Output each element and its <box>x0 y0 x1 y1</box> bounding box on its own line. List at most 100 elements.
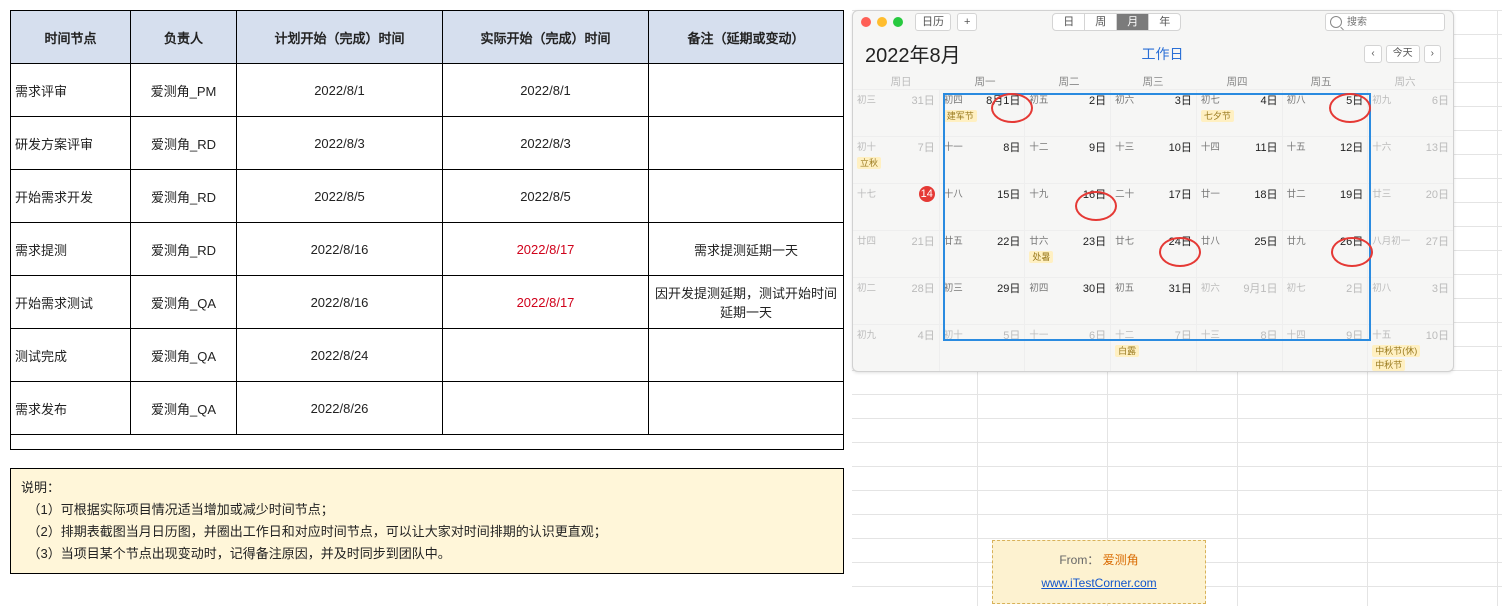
calendar-event: 白露 <box>1115 345 1139 357</box>
calendar-day[interactable]: 初二28日 <box>853 278 939 324</box>
day-number: 12日 <box>1340 139 1363 155</box>
day-number: 7日 <box>918 139 935 155</box>
table-cell <box>649 382 844 435</box>
day-number: 29日 <box>997 280 1020 296</box>
calendar-day[interactable]: 廿三20日 <box>1367 184 1453 230</box>
lunar-label: 初十 <box>857 139 876 155</box>
day-number: 31日 <box>911 92 934 108</box>
table-cell: 2022/8/17 <box>443 276 649 329</box>
day-number: 9日 <box>1346 327 1363 343</box>
schedule-table: 时间节点负责人计划开始（完成）时间实际开始（完成）时间备注（延期或变动） 需求评… <box>10 10 844 450</box>
minimize-icon[interactable] <box>877 17 887 27</box>
column-header: 时间节点 <box>11 11 131 64</box>
calendar-day[interactable]: 初六 3日 <box>1110 90 1196 136</box>
search-field[interactable] <box>1325 13 1445 31</box>
calendar-day[interactable]: 十五 12日 <box>1282 137 1368 183</box>
lunar-label: 初六 <box>1115 92 1134 108</box>
day-number: 8日 <box>1003 139 1020 155</box>
calendar-day[interactable]: 十二7日白露 <box>1110 325 1196 371</box>
view-year[interactable]: 年 <box>1148 14 1180 30</box>
calendar-day[interactable]: 十九16日 <box>1024 184 1110 230</box>
view-segment[interactable]: 日 周 月 年 <box>1052 13 1181 31</box>
add-button[interactable]: + <box>957 13 977 31</box>
notes-title: 说明： <box>21 477 833 499</box>
calendar-event: 建军节 <box>944 110 977 122</box>
calendar-day[interactable]: 八月初一27日 <box>1367 231 1453 277</box>
lunar-label: 廿九 <box>1287 233 1306 249</box>
table-cell: 需求提测延期一天 <box>649 223 844 276</box>
lunar-label: 十五 <box>1287 139 1306 155</box>
calendar-day[interactable]: 十三8日 <box>1196 325 1282 371</box>
calendar-day[interactable]: 二十17日 <box>1110 184 1196 230</box>
table-cell: 爱测角_RD <box>131 223 237 276</box>
dow-label: 周三 <box>1111 74 1195 89</box>
calendar-day[interactable]: 十一8日 <box>939 137 1025 183</box>
table-cell: 需求提测 <box>11 223 131 276</box>
table-cell: 研发方案评审 <box>11 117 131 170</box>
search-input[interactable] <box>1345 14 1429 30</box>
calendar-day[interactable]: 十五10日中秋节(休)中秋节 <box>1367 325 1453 371</box>
calendar-day[interactable]: 廿九26日 <box>1282 231 1368 277</box>
calendar-day[interactable]: 廿六23日处暑 <box>1024 231 1110 277</box>
close-icon[interactable] <box>861 17 871 27</box>
calendar-day[interactable]: 十六13日 <box>1367 137 1453 183</box>
calendar-day[interactable]: 初七2日 <box>1282 278 1368 324</box>
calendar-day[interactable]: 初四30日 <box>1024 278 1110 324</box>
day-number: 15日 <box>997 186 1020 202</box>
lunar-label: 廿六 <box>1029 233 1048 249</box>
prev-month-button[interactable]: ‹ <box>1364 45 1381 63</box>
calendar-day[interactable]: 十三10日 <box>1110 137 1196 183</box>
calendar-day[interactable]: 初八5日 <box>1282 90 1368 136</box>
calendar-day[interactable]: 初十5日 <box>939 325 1025 371</box>
notes-line: （3）当项目某个节点出现变动时，记得备注原因，并及时同步到团队中。 <box>21 543 833 565</box>
calendar-day[interactable]: 十八15日 <box>939 184 1025 230</box>
calendar-day[interactable]: 初五2日 <box>1024 90 1110 136</box>
table-cell: 需求发布 <box>11 382 131 435</box>
view-month[interactable]: 月 <box>1116 14 1148 30</box>
calendar-day[interactable]: 初九6日 <box>1367 90 1453 136</box>
calendar-day[interactable]: 十四11日 <box>1196 137 1282 183</box>
view-day[interactable]: 日 <box>1053 14 1084 30</box>
calendar-day[interactable]: 廿一18日 <box>1196 184 1282 230</box>
calendar-day[interactable]: 十七14 <box>853 184 939 230</box>
table-cell <box>649 64 844 117</box>
calendar-day[interactable]: 初五31日 <box>1110 278 1196 324</box>
table-cell: 2022/8/1 <box>237 64 443 117</box>
calendar-day[interactable]: 廿七24日 <box>1110 231 1196 277</box>
calendar-day[interactable]: 十四9日 <box>1282 325 1368 371</box>
table-row: 需求提测爱测角_RD2022/8/162022/8/17需求提测延期一天 <box>11 223 844 276</box>
calendar-day[interactable]: 十二9日 <box>1024 137 1110 183</box>
calendar-day[interactable]: 初三29日 <box>939 278 1025 324</box>
calendar-label[interactable]: 日历 <box>915 13 951 31</box>
lunar-label: 初七 <box>1201 92 1220 108</box>
table-cell: 2022/8/26 <box>237 382 443 435</box>
day-number: 8日 <box>1260 327 1277 343</box>
calendar-day[interactable]: 廿二19日 <box>1282 184 1368 230</box>
table-row: 测试完成爱测角_QA2022/8/24 <box>11 329 844 382</box>
calendar-day[interactable]: 初九4日 <box>853 325 939 371</box>
calendar-day[interactable]: 初十7日立秋 <box>853 137 939 183</box>
calendar-day[interactable]: 廿五22日 <box>939 231 1025 277</box>
today-button[interactable]: 今天 <box>1386 45 1420 63</box>
next-month-button[interactable]: › <box>1424 45 1441 63</box>
lunar-label: 十三 <box>1115 139 1134 155</box>
calendar-day[interactable]: 初三31日 <box>853 90 939 136</box>
maximize-icon[interactable] <box>893 17 903 27</box>
calendar-day[interactable]: 廿八25日 <box>1196 231 1282 277</box>
view-week[interactable]: 周 <box>1084 14 1116 30</box>
calendar-day[interactable]: 初六9月1日 <box>1196 278 1282 324</box>
day-number: 3日 <box>1175 92 1192 108</box>
calendar-day[interactable]: 初八3日 <box>1367 278 1453 324</box>
calendar-day[interactable]: 初四8月1日建军节 <box>939 90 1025 136</box>
spreadsheet-grid: 日历 + 日 周 月 年 2022年8月 工作日 <box>852 10 1502 606</box>
day-number: 16日 <box>1083 186 1106 202</box>
calendar-day[interactable]: 十一6日 <box>1024 325 1110 371</box>
dow-label: 周六 <box>1363 74 1447 89</box>
table-row: 开始需求测试爱测角_QA2022/8/162022/8/17因开发提测延期，测试… <box>11 276 844 329</box>
table-cell: 爱测角_QA <box>131 382 237 435</box>
calendar-day[interactable]: 廿四21日 <box>853 231 939 277</box>
attribution-link[interactable]: www.iTestCorner.com <box>1041 576 1156 590</box>
column-header: 实际开始（完成）时间 <box>443 11 649 64</box>
day-number: 17日 <box>1169 186 1192 202</box>
calendar-day[interactable]: 初七4日七夕节 <box>1196 90 1282 136</box>
